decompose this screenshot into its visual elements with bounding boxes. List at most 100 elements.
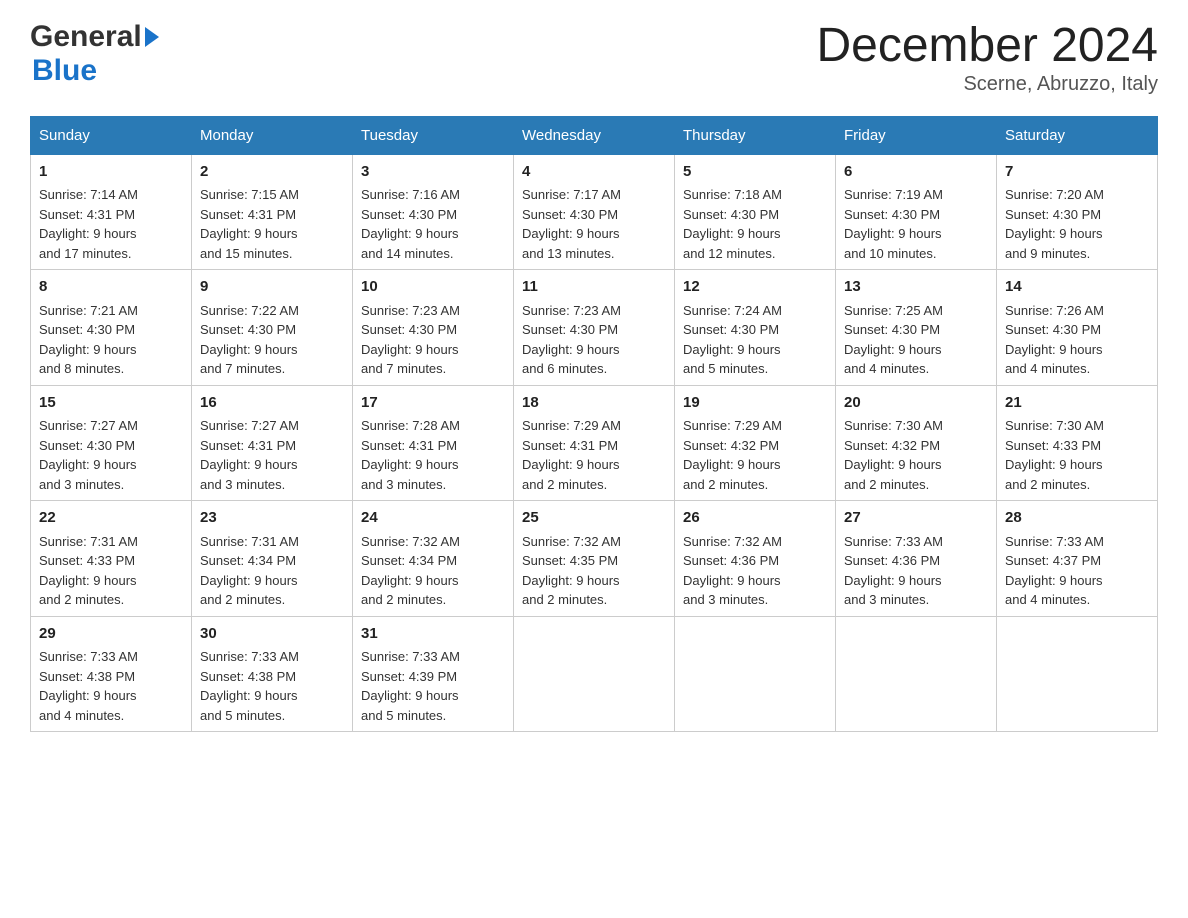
calendar-day-cell: 5Sunrise: 7:18 AMSunset: 4:30 PMDaylight… bbox=[675, 154, 836, 270]
calendar-header-row: SundayMondayTuesdayWednesdayThursdayFrid… bbox=[31, 116, 1158, 154]
day-number: 18 bbox=[522, 392, 666, 415]
calendar-day-cell: 8Sunrise: 7:21 AMSunset: 4:30 PMDaylight… bbox=[31, 270, 192, 386]
calendar-day-cell: 15Sunrise: 7:27 AMSunset: 4:30 PMDayligh… bbox=[31, 385, 192, 501]
day-info: Sunrise: 7:32 AMSunset: 4:35 PMDaylight:… bbox=[522, 532, 666, 610]
calendar-subtitle: Scerne, Abruzzo, Italy bbox=[816, 73, 1158, 96]
calendar-day-cell: 23Sunrise: 7:31 AMSunset: 4:34 PMDayligh… bbox=[192, 501, 353, 617]
day-info: Sunrise: 7:32 AMSunset: 4:36 PMDaylight:… bbox=[683, 532, 827, 610]
calendar-day-header: Tuesday bbox=[353, 116, 514, 154]
day-number: 9 bbox=[200, 276, 344, 299]
day-info: Sunrise: 7:22 AMSunset: 4:30 PMDaylight:… bbox=[200, 301, 344, 379]
calendar-title: December 2024 bbox=[816, 20, 1158, 73]
day-number: 8 bbox=[39, 276, 183, 299]
calendar-day-header: Friday bbox=[836, 116, 997, 154]
calendar-week-row: 29Sunrise: 7:33 AMSunset: 4:38 PMDayligh… bbox=[31, 616, 1158, 732]
logo-arrow-icon bbox=[145, 27, 159, 47]
day-info: Sunrise: 7:14 AMSunset: 4:31 PMDaylight:… bbox=[39, 185, 183, 263]
calendar-day-cell: 6Sunrise: 7:19 AMSunset: 4:30 PMDaylight… bbox=[836, 154, 997, 270]
calendar-table: SundayMondayTuesdayWednesdayThursdayFrid… bbox=[30, 116, 1158, 733]
day-info: Sunrise: 7:25 AMSunset: 4:30 PMDaylight:… bbox=[844, 301, 988, 379]
day-info: Sunrise: 7:30 AMSunset: 4:33 PMDaylight:… bbox=[1005, 416, 1149, 494]
calendar-week-row: 22Sunrise: 7:31 AMSunset: 4:33 PMDayligh… bbox=[31, 501, 1158, 617]
calendar-week-row: 1Sunrise: 7:14 AMSunset: 4:31 PMDaylight… bbox=[31, 154, 1158, 270]
calendar-day-header: Thursday bbox=[675, 116, 836, 154]
day-info: Sunrise: 7:23 AMSunset: 4:30 PMDaylight:… bbox=[522, 301, 666, 379]
calendar-day-header: Monday bbox=[192, 116, 353, 154]
day-info: Sunrise: 7:33 AMSunset: 4:38 PMDaylight:… bbox=[200, 647, 344, 725]
page-header: General Blue December 2024 Scerne, Abruz… bbox=[30, 20, 1158, 96]
day-info: Sunrise: 7:30 AMSunset: 4:32 PMDaylight:… bbox=[844, 416, 988, 494]
calendar-week-row: 8Sunrise: 7:21 AMSunset: 4:30 PMDaylight… bbox=[31, 270, 1158, 386]
day-info: Sunrise: 7:27 AMSunset: 4:30 PMDaylight:… bbox=[39, 416, 183, 494]
calendar-day-cell: 31Sunrise: 7:33 AMSunset: 4:39 PMDayligh… bbox=[353, 616, 514, 732]
day-number: 7 bbox=[1005, 161, 1149, 184]
day-number: 26 bbox=[683, 507, 827, 530]
day-info: Sunrise: 7:17 AMSunset: 4:30 PMDaylight:… bbox=[522, 185, 666, 263]
day-info: Sunrise: 7:27 AMSunset: 4:31 PMDaylight:… bbox=[200, 416, 344, 494]
day-number: 19 bbox=[683, 392, 827, 415]
day-number: 30 bbox=[200, 623, 344, 646]
day-info: Sunrise: 7:20 AMSunset: 4:30 PMDaylight:… bbox=[1005, 185, 1149, 263]
calendar-empty-cell bbox=[514, 616, 675, 732]
day-number: 23 bbox=[200, 507, 344, 530]
calendar-day-cell: 27Sunrise: 7:33 AMSunset: 4:36 PMDayligh… bbox=[836, 501, 997, 617]
day-info: Sunrise: 7:32 AMSunset: 4:34 PMDaylight:… bbox=[361, 532, 505, 610]
logo-blue-text: Blue bbox=[32, 54, 97, 88]
day-info: Sunrise: 7:33 AMSunset: 4:37 PMDaylight:… bbox=[1005, 532, 1149, 610]
day-number: 14 bbox=[1005, 276, 1149, 299]
day-number: 1 bbox=[39, 161, 183, 184]
day-info: Sunrise: 7:23 AMSunset: 4:30 PMDaylight:… bbox=[361, 301, 505, 379]
title-block: December 2024 Scerne, Abruzzo, Italy bbox=[816, 20, 1158, 96]
day-number: 13 bbox=[844, 276, 988, 299]
calendar-empty-cell bbox=[675, 616, 836, 732]
calendar-day-cell: 13Sunrise: 7:25 AMSunset: 4:30 PMDayligh… bbox=[836, 270, 997, 386]
calendar-week-row: 15Sunrise: 7:27 AMSunset: 4:30 PMDayligh… bbox=[31, 385, 1158, 501]
day-info: Sunrise: 7:29 AMSunset: 4:31 PMDaylight:… bbox=[522, 416, 666, 494]
calendar-day-header: Wednesday bbox=[514, 116, 675, 154]
calendar-day-cell: 7Sunrise: 7:20 AMSunset: 4:30 PMDaylight… bbox=[997, 154, 1158, 270]
calendar-day-cell: 22Sunrise: 7:31 AMSunset: 4:33 PMDayligh… bbox=[31, 501, 192, 617]
calendar-day-cell: 30Sunrise: 7:33 AMSunset: 4:38 PMDayligh… bbox=[192, 616, 353, 732]
calendar-day-cell: 9Sunrise: 7:22 AMSunset: 4:30 PMDaylight… bbox=[192, 270, 353, 386]
calendar-day-cell: 11Sunrise: 7:23 AMSunset: 4:30 PMDayligh… bbox=[514, 270, 675, 386]
day-info: Sunrise: 7:21 AMSunset: 4:30 PMDaylight:… bbox=[39, 301, 183, 379]
day-info: Sunrise: 7:33 AMSunset: 4:36 PMDaylight:… bbox=[844, 532, 988, 610]
day-number: 6 bbox=[844, 161, 988, 184]
calendar-day-cell: 18Sunrise: 7:29 AMSunset: 4:31 PMDayligh… bbox=[514, 385, 675, 501]
calendar-day-cell: 16Sunrise: 7:27 AMSunset: 4:31 PMDayligh… bbox=[192, 385, 353, 501]
calendar-day-cell: 20Sunrise: 7:30 AMSunset: 4:32 PMDayligh… bbox=[836, 385, 997, 501]
calendar-day-cell: 17Sunrise: 7:28 AMSunset: 4:31 PMDayligh… bbox=[353, 385, 514, 501]
day-info: Sunrise: 7:28 AMSunset: 4:31 PMDaylight:… bbox=[361, 416, 505, 494]
day-number: 2 bbox=[200, 161, 344, 184]
calendar-day-cell: 3Sunrise: 7:16 AMSunset: 4:30 PMDaylight… bbox=[353, 154, 514, 270]
day-number: 28 bbox=[1005, 507, 1149, 530]
calendar-empty-cell bbox=[836, 616, 997, 732]
calendar-day-header: Saturday bbox=[997, 116, 1158, 154]
day-number: 11 bbox=[522, 276, 666, 299]
day-info: Sunrise: 7:19 AMSunset: 4:30 PMDaylight:… bbox=[844, 185, 988, 263]
calendar-day-cell: 1Sunrise: 7:14 AMSunset: 4:31 PMDaylight… bbox=[31, 154, 192, 270]
calendar-day-cell: 25Sunrise: 7:32 AMSunset: 4:35 PMDayligh… bbox=[514, 501, 675, 617]
day-info: Sunrise: 7:33 AMSunset: 4:39 PMDaylight:… bbox=[361, 647, 505, 725]
calendar-day-cell: 10Sunrise: 7:23 AMSunset: 4:30 PMDayligh… bbox=[353, 270, 514, 386]
day-number: 31 bbox=[361, 623, 505, 646]
day-info: Sunrise: 7:33 AMSunset: 4:38 PMDaylight:… bbox=[39, 647, 183, 725]
day-number: 15 bbox=[39, 392, 183, 415]
day-number: 16 bbox=[200, 392, 344, 415]
day-number: 25 bbox=[522, 507, 666, 530]
calendar-day-cell: 4Sunrise: 7:17 AMSunset: 4:30 PMDaylight… bbox=[514, 154, 675, 270]
calendar-day-cell: 24Sunrise: 7:32 AMSunset: 4:34 PMDayligh… bbox=[353, 501, 514, 617]
calendar-day-cell: 2Sunrise: 7:15 AMSunset: 4:31 PMDaylight… bbox=[192, 154, 353, 270]
day-info: Sunrise: 7:16 AMSunset: 4:30 PMDaylight:… bbox=[361, 185, 505, 263]
day-info: Sunrise: 7:24 AMSunset: 4:30 PMDaylight:… bbox=[683, 301, 827, 379]
logo-general-text: General bbox=[30, 20, 142, 54]
day-number: 3 bbox=[361, 161, 505, 184]
calendar-day-header: Sunday bbox=[31, 116, 192, 154]
day-number: 29 bbox=[39, 623, 183, 646]
day-info: Sunrise: 7:31 AMSunset: 4:33 PMDaylight:… bbox=[39, 532, 183, 610]
calendar-day-cell: 21Sunrise: 7:30 AMSunset: 4:33 PMDayligh… bbox=[997, 385, 1158, 501]
calendar-day-cell: 12Sunrise: 7:24 AMSunset: 4:30 PMDayligh… bbox=[675, 270, 836, 386]
day-number: 27 bbox=[844, 507, 988, 530]
day-number: 20 bbox=[844, 392, 988, 415]
day-number: 22 bbox=[39, 507, 183, 530]
